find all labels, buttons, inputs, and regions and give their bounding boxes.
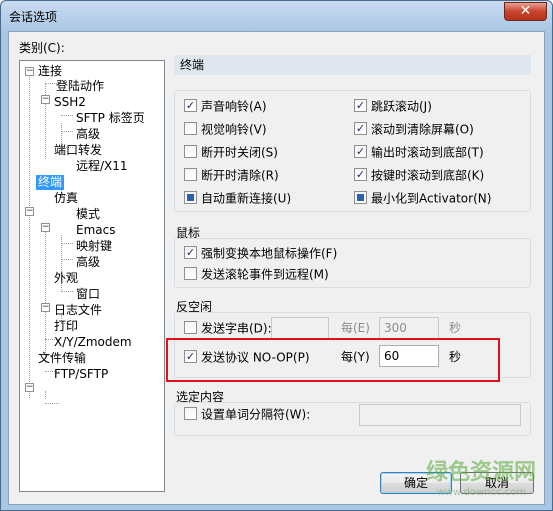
session-options-window: 会话选项 ✕ 类别(C): − − − − − − 连接 登陆动作 SSH2 S… <box>0 0 553 511</box>
scroll-to-clear-checkbox[interactable]: ✓ 滚动到清除屏幕(O) <box>354 121 474 137</box>
check-icon: ✓ <box>354 145 367 158</box>
close-on-disconnect-checkbox[interactable]: 断开时关闭(S) <box>184 144 278 160</box>
clear-on-disconnect-checkbox[interactable]: 断开时清除(R) <box>184 167 279 183</box>
indeterminate-icon <box>184 191 197 204</box>
category-label: 类别(C): <box>19 41 65 55</box>
check-icon: ✓ <box>354 99 367 112</box>
jump-scroll-checkbox[interactable]: ✓ 跳跃滚动(J) <box>354 98 432 114</box>
watermark-url: www.downcc.com <box>436 487 526 498</box>
send-string-unit-label: 秒 <box>449 321 462 335</box>
tree-item-remote-x11[interactable]: 远程/X11 <box>76 159 128 174</box>
tree-item-emulation[interactable]: 仿真 <box>54 191 78 206</box>
dialog-client: 类别(C): − − − − − − 连接 登陆动作 SSH2 SFTP 标签页… <box>8 31 545 505</box>
tree-item-ssh2-advanced[interactable]: 高级 <box>76 127 100 142</box>
expand-ssh2-icon[interactable]: − <box>41 95 50 104</box>
send-string-checkbox[interactable]: 发送字串(D): <box>184 320 272 336</box>
scroll-bottom-keypress-checkbox[interactable]: ✓ 按键时滚动到底部(K) <box>354 167 484 183</box>
window-title: 会话选项 <box>9 10 58 24</box>
tree-item-mapped-keys[interactable]: 映射键 <box>76 239 112 254</box>
tree-item-ssh2[interactable]: SSH2 <box>54 95 86 110</box>
tree-item-file-transfer[interactable]: 文件传输 <box>38 351 86 366</box>
expand-appearance-icon[interactable]: − <box>41 303 50 312</box>
check-icon: ✓ <box>184 99 197 112</box>
tree-item-sftp-tab[interactable]: SFTP 标签页 <box>76 111 145 126</box>
tree-item-log-file[interactable]: 日志文件 <box>54 303 102 318</box>
tree-item-emacs[interactable]: Emacs <box>76 223 115 238</box>
tree-item-xyzmodem[interactable]: X/Y/Zmodem <box>54 335 132 350</box>
word-delimiters-checkbox[interactable]: 设置单词分隔符(W): <box>184 406 310 422</box>
close-icon: ✕ <box>519 3 532 19</box>
panel-title: 终端 <box>174 55 531 75</box>
check-icon: ✓ <box>354 168 367 181</box>
tree-item-port-forwarding[interactable]: 端口转发 <box>54 143 102 158</box>
tree-item-appearance[interactable]: 外观 <box>54 271 78 286</box>
expand-connection-icon[interactable]: − <box>25 67 34 76</box>
watermark-logo: 绿色资源网 <box>425 460 536 485</box>
sound-bell-checkbox[interactable]: ✓ 声音响铃(A) <box>184 98 267 114</box>
close-button[interactable]: ✕ <box>504 2 547 21</box>
red-highlight-annotation <box>166 338 500 382</box>
expand-terminal-icon[interactable]: − <box>25 207 34 216</box>
indeterminate-icon <box>354 191 367 204</box>
expand-emulation-icon[interactable]: − <box>41 223 50 232</box>
expand-file-transfer-icon[interactable]: − <box>25 383 34 392</box>
check-icon: ✓ <box>184 246 197 259</box>
tree-item-printing[interactable]: 打印 <box>54 319 78 334</box>
auto-reconnect-checkbox[interactable]: 自动重新连接(U) <box>184 190 291 206</box>
tree-item-ftp-sftp[interactable]: FTP/SFTP <box>54 367 108 382</box>
scroll-bottom-output-checkbox[interactable]: ✓ 输出时滚动到底部(T) <box>354 144 484 160</box>
tree-item-terminal[interactable]: 终端 <box>36 175 65 190</box>
check-icon: ✓ <box>354 122 367 135</box>
tree-item-connection[interactable]: 连接 <box>38 64 62 79</box>
visual-bell-checkbox[interactable]: 视觉响铃(V) <box>184 121 267 137</box>
tree-item-emulation-advanced[interactable]: 高级 <box>76 255 100 270</box>
tree-item-modes[interactable]: 模式 <box>76 207 100 222</box>
send-string-interval-input[interactable]: 300 <box>379 317 439 339</box>
send-string-input[interactable] <box>271 317 329 339</box>
title-bar[interactable]: 会话选项 ✕ <box>1 1 552 31</box>
minimize-to-activator-checkbox[interactable]: 最小化到Activator(N) <box>354 190 491 206</box>
send-wheel-events-checkbox[interactable]: 发送滚轮事件到远程(M) <box>184 266 329 282</box>
tree-item-logon-actions[interactable]: 登陆动作 <box>56 79 104 94</box>
tree-item-window[interactable]: 窗口 <box>76 287 100 302</box>
send-string-every-label: 每(E) <box>341 321 370 335</box>
force-local-mouse-checkbox[interactable]: ✓ 强制变换本地鼠标操作(F) <box>184 245 337 261</box>
category-tree[interactable]: − − − − − − − 连接 登陆动作 SSH2 SFTP 标签页 高级 端… <box>19 60 165 492</box>
word-delimiters-input[interactable] <box>359 404 521 426</box>
